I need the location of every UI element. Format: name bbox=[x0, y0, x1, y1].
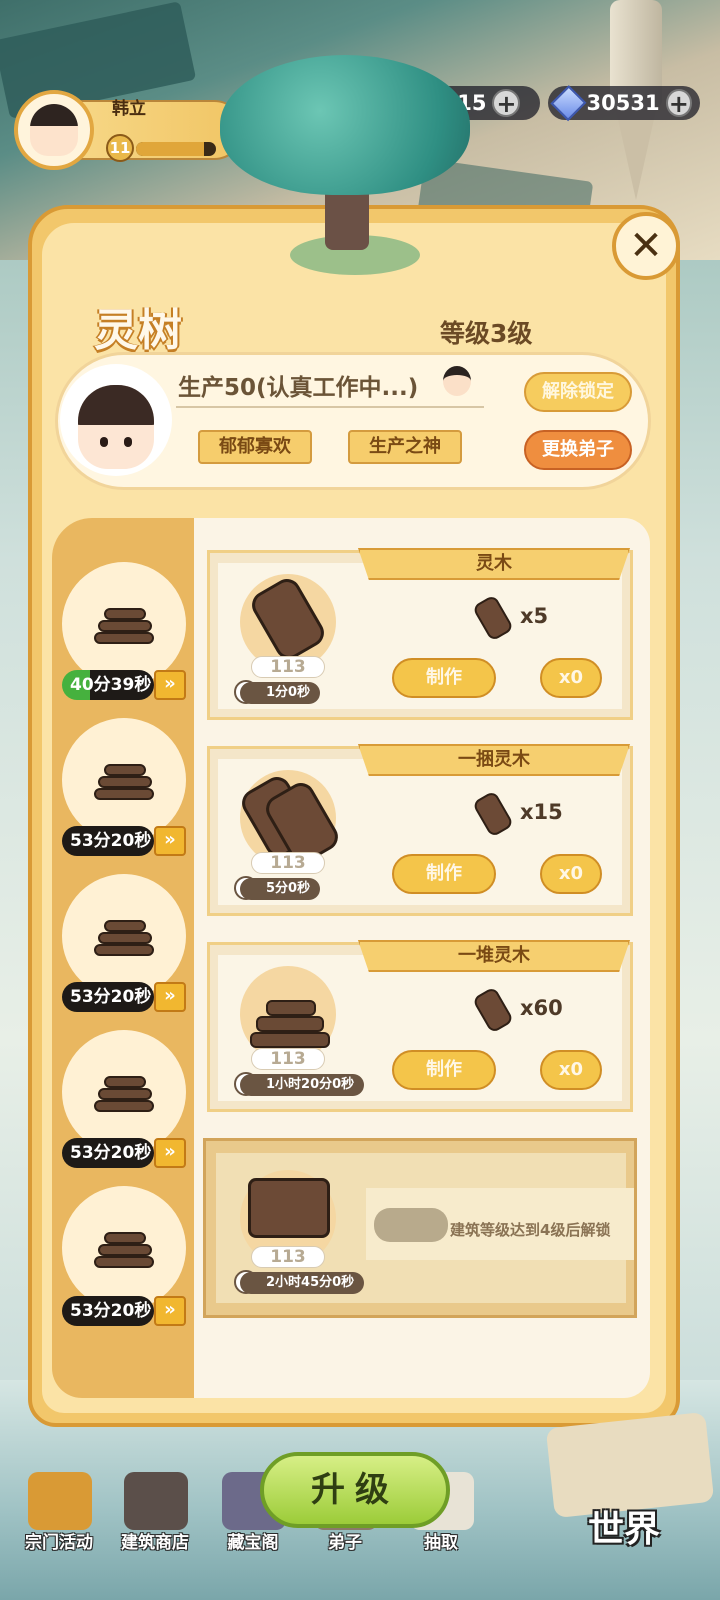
speed-up-button[interactable]: » bbox=[154, 1138, 186, 1168]
stock-count: 113 bbox=[251, 656, 325, 678]
queue-timer: 53分20秒 bbox=[62, 1138, 154, 1168]
add-gems-button[interactable]: + bbox=[665, 89, 692, 117]
building-level: 等级3级 bbox=[440, 319, 533, 348]
wood-pile-icon bbox=[88, 1070, 160, 1116]
player-name: 韩立 bbox=[112, 99, 146, 119]
recipe-name: 一堆灵木 bbox=[358, 940, 630, 972]
queue-slot[interactable] bbox=[62, 874, 186, 998]
building-shop-icon bbox=[124, 1472, 188, 1530]
speed-up-button[interactable]: » bbox=[154, 826, 186, 856]
speed-up-button[interactable]: » bbox=[154, 670, 186, 700]
trait-tag: 生产之神 bbox=[348, 430, 462, 464]
unlock-requirement-text: 建筑等级达到4级后解锁 bbox=[450, 1221, 611, 1239]
stock-count: 113 bbox=[251, 1246, 325, 1268]
stock-count: 113 bbox=[251, 852, 325, 874]
upgrade-button[interactable]: 升级 bbox=[260, 1452, 450, 1528]
queue-slot[interactable] bbox=[62, 718, 186, 842]
craft-count-button[interactable]: x0 bbox=[540, 658, 602, 698]
queue-timer: 40分39秒 bbox=[62, 670, 154, 700]
worker-icon bbox=[443, 366, 471, 396]
cart-icon bbox=[248, 1178, 330, 1238]
craft-time: 1分0秒 bbox=[240, 682, 321, 704]
nav-label: 弟子 bbox=[328, 1533, 362, 1553]
wood-pile-icon bbox=[88, 758, 160, 804]
make-button[interactable]: 制作 bbox=[392, 854, 496, 894]
queue-timer: 53分20秒 bbox=[62, 982, 154, 1012]
close-icon: ✕ bbox=[629, 223, 663, 269]
nav-label: 建筑商店 bbox=[121, 1533, 189, 1553]
make-button[interactable]: 制作 bbox=[392, 1050, 496, 1090]
queue-slot[interactable] bbox=[62, 562, 186, 686]
lock-icon bbox=[374, 1208, 448, 1242]
spirit-tree-icon bbox=[220, 55, 470, 275]
queue-slot[interactable] bbox=[62, 1030, 186, 1154]
world-button[interactable]: 世界 bbox=[588, 1500, 660, 1552]
player-avatar[interactable] bbox=[14, 90, 94, 170]
log-stack-icon bbox=[250, 992, 330, 1052]
craft-time: 1小时20分0秒 bbox=[240, 1074, 365, 1096]
divider bbox=[176, 406, 484, 408]
reward-quantity: x5 bbox=[520, 604, 549, 628]
recipe-name: 一捆灵木 bbox=[358, 744, 630, 776]
speed-up-button[interactable]: » bbox=[154, 982, 186, 1012]
panel-title: 灵树 bbox=[94, 305, 182, 356]
reward-quantity: x60 bbox=[520, 996, 563, 1020]
nav-sect-events[interactable]: 宗门活动 bbox=[4, 1472, 114, 1572]
wood-pile-icon bbox=[88, 602, 160, 648]
production-status: 生产50(认真工作中...) bbox=[178, 375, 419, 401]
make-button[interactable]: 制作 bbox=[392, 658, 496, 698]
nav-building-shop[interactable]: 建筑商店 bbox=[100, 1472, 210, 1572]
close-button[interactable]: ✕ bbox=[612, 212, 680, 280]
reward-quantity: x15 bbox=[520, 800, 563, 824]
disciple-avatar[interactable] bbox=[60, 364, 172, 476]
nav-label: 抽取 bbox=[424, 1533, 458, 1553]
gem-icon bbox=[550, 85, 587, 121]
queue-timer: 53分20秒 bbox=[62, 826, 154, 856]
queue-timer: 53分20秒 bbox=[62, 1296, 154, 1326]
player-xp-bar bbox=[136, 142, 216, 156]
add-coins-button[interactable]: + bbox=[492, 89, 521, 117]
player-info[interactable]: 韩立 11 bbox=[14, 90, 244, 170]
swap-disciple-button[interactable]: 更换弟子 bbox=[524, 430, 632, 470]
player-level-badge: 11 bbox=[106, 134, 134, 162]
nav-label: 宗门活动 bbox=[25, 1533, 93, 1553]
gem-amount: 30531 bbox=[586, 91, 660, 115]
pagoda-icon bbox=[28, 1472, 92, 1530]
trait-tag: 郁郁寡欢 bbox=[198, 430, 312, 464]
craft-count-button[interactable]: x0 bbox=[540, 1050, 602, 1090]
wood-pile-icon bbox=[88, 914, 160, 960]
unlock-button[interactable]: 解除锁定 bbox=[524, 372, 632, 412]
stock-count: 113 bbox=[251, 1048, 325, 1070]
queue-slot[interactable] bbox=[62, 1186, 186, 1310]
wood-pile-icon bbox=[88, 1226, 160, 1272]
speed-up-button[interactable]: » bbox=[154, 1296, 186, 1326]
craft-time: 2小时45分0秒 bbox=[240, 1272, 365, 1294]
craft-count-button[interactable]: x0 bbox=[540, 854, 602, 894]
recipe-name: 灵木 bbox=[358, 548, 630, 580]
craft-time: 5分0秒 bbox=[240, 878, 321, 900]
currency-gems: 30531 + bbox=[548, 85, 700, 121]
